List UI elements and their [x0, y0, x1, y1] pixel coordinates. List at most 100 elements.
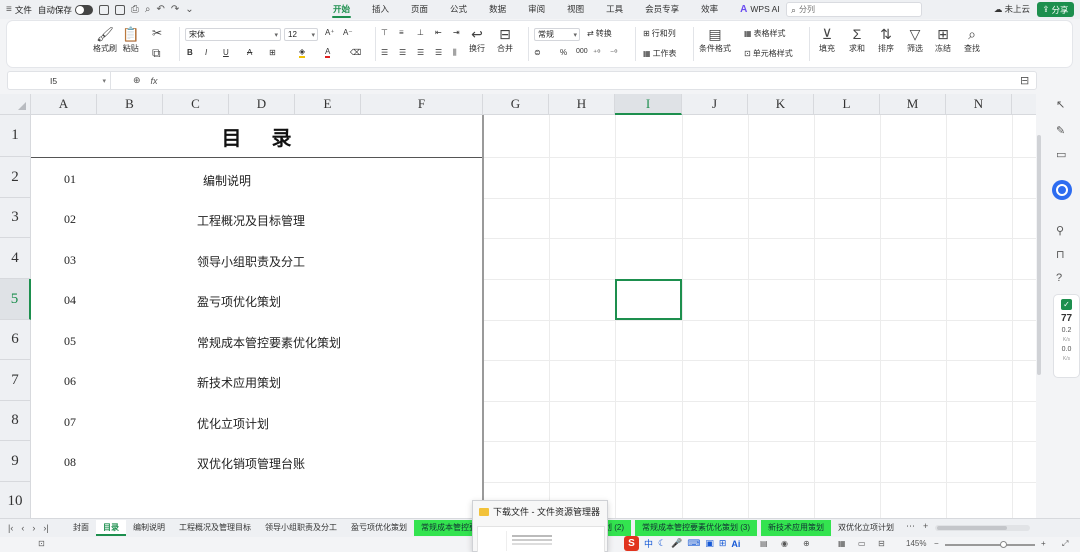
- clear-button[interactable]: ⌫: [350, 48, 361, 57]
- column-header-g[interactable]: G: [483, 94, 549, 115]
- zoom-in-icon[interactable]: +: [1041, 539, 1046, 548]
- align-left-button[interactable]: ☰: [381, 48, 388, 57]
- column-header-k[interactable]: K: [748, 94, 814, 115]
- sheet-tab-compile-notes[interactable]: 编制说明: [126, 520, 172, 536]
- assistant-icon[interactable]: [1052, 180, 1072, 200]
- column-header-j[interactable]: J: [682, 94, 748, 115]
- redo-icon[interactable]: ↷: [171, 4, 179, 15]
- column-header-e[interactable]: E: [295, 94, 361, 115]
- align-right-button[interactable]: ☰: [417, 48, 424, 57]
- column-header-n[interactable]: N: [946, 94, 1012, 115]
- increase-decimal-button[interactable]: ⁺⁰: [593, 48, 600, 57]
- fill-color-button[interactable]: ◈: [299, 47, 306, 58]
- more-sheets-icon[interactable]: ⋯: [906, 521, 915, 532]
- column-header-c[interactable]: C: [163, 94, 229, 115]
- search-box[interactable]: ⌕: [786, 2, 922, 17]
- skin-icon[interactable]: ▣: [705, 538, 714, 549]
- align-bottom-button[interactable]: ⊥: [417, 28, 424, 37]
- tab-insert[interactable]: 插入: [361, 0, 400, 19]
- toc-item[interactable]: 领导小组职责及分工: [197, 253, 305, 270]
- performance-widget[interactable]: ✓ 77 0.2 K/s 0.0 K/s: [1054, 295, 1079, 377]
- name-box[interactable]: I5 ▾: [8, 72, 111, 89]
- sheet-tab-toc[interactable]: 目录: [96, 520, 126, 536]
- row-header-2[interactable]: 2: [0, 157, 31, 198]
- quick-access-dropdown-icon[interactable]: ⌄: [185, 4, 193, 15]
- fullscreen-icon[interactable]: ⤢: [1062, 539, 1068, 549]
- page-normal-icon[interactable]: ▦: [838, 539, 846, 548]
- help-icon[interactable]: ?: [1056, 272, 1062, 284]
- border-button[interactable]: ⊞: [269, 48, 276, 57]
- zoom-formula-icon[interactable]: ⊕: [133, 75, 141, 86]
- row-header-7[interactable]: 7: [0, 360, 31, 401]
- toc-item[interactable]: 新技术应用策划: [197, 374, 281, 391]
- toolbox-icon[interactable]: ⊞: [719, 538, 727, 549]
- scrollbar-thumb[interactable]: [937, 526, 1007, 530]
- column-header-f[interactable]: F: [361, 94, 483, 115]
- zoom-out-icon[interactable]: −: [934, 539, 939, 548]
- row-header-1[interactable]: 1: [0, 115, 31, 157]
- sheet-tab-new-tech[interactable]: 新技术应用策划: [761, 520, 831, 536]
- share-button[interactable]: ⇪ 分享: [1037, 2, 1074, 17]
- decrease-decimal-button[interactable]: ⁻⁰: [610, 48, 617, 57]
- toc-number[interactable]: 04: [64, 293, 76, 308]
- sheet-tab-cover[interactable]: 封面: [66, 520, 96, 536]
- cursor-icon[interactable]: ↖: [1056, 98, 1065, 111]
- increase-font-button[interactable]: A⁺: [325, 28, 335, 37]
- align-center-button[interactable]: ☰: [399, 48, 406, 57]
- toc-number[interactable]: 06: [64, 374, 76, 389]
- thousands-button[interactable]: 000: [576, 48, 588, 55]
- toc-item[interactable]: 编制说明: [203, 172, 251, 189]
- add-sheet-icon[interactable]: +: [923, 521, 928, 532]
- currency-button[interactable]: ⊜: [534, 48, 541, 57]
- save-icon[interactable]: [98, 4, 109, 15]
- align-top-button[interactable]: ⊤: [381, 28, 388, 37]
- sheet-tab-initiation-plan[interactable]: 双优化立项计划: [831, 520, 901, 536]
- format-painter-button[interactable]: 🖌 格式刷: [93, 27, 117, 54]
- brush-icon[interactable]: ✎: [1056, 124, 1065, 137]
- toc-item[interactable]: 优化立项计划: [197, 415, 269, 432]
- indent-increase-button[interactable]: ⇥: [453, 28, 460, 37]
- view-normal-icon[interactable]: ▤: [760, 539, 768, 548]
- explorer-preview-popup[interactable]: 下载文件 - 文件资源管理器: [472, 500, 608, 552]
- sliders-icon[interactable]: ⚲: [1056, 224, 1064, 237]
- cut-button[interactable]: ✂: [152, 27, 162, 39]
- eye-protect-icon[interactable]: ◉: [781, 539, 788, 548]
- row-header-8[interactable]: 8: [0, 401, 31, 441]
- tab-review[interactable]: 审阅: [517, 0, 556, 19]
- export-pdf-icon[interactable]: [114, 4, 125, 15]
- tab-data[interactable]: 数据: [478, 0, 517, 19]
- moon-icon[interactable]: ☾: [658, 538, 666, 549]
- locate-icon[interactable]: ⊕: [803, 539, 810, 548]
- toc-number[interactable]: 05: [64, 334, 76, 349]
- freeze-button[interactable]: ⊞ 冻结: [935, 27, 951, 54]
- align-middle-button[interactable]: ≡: [399, 28, 404, 37]
- row-header-6[interactable]: 6: [0, 320, 31, 360]
- sum-button[interactable]: Σ 求和: [849, 27, 865, 54]
- conditional-format-button[interactable]: ▤ 条件格式: [699, 27, 731, 54]
- microphone-icon[interactable]: 🎤: [671, 538, 682, 549]
- sheet-tab-leadership[interactable]: 领导小组职责及分工: [258, 520, 344, 536]
- page-layout-icon[interactable]: ▭: [858, 539, 866, 548]
- file-menu[interactable]: ≡ 文件: [6, 4, 32, 16]
- search-input[interactable]: [799, 5, 910, 14]
- zoom-slider-knob[interactable]: [1000, 541, 1007, 548]
- sheet-grid[interactable]: A B C D E F G H I J K L M N 1 2 3 4 5 6 …: [0, 94, 1036, 518]
- italic-button[interactable]: I: [205, 48, 207, 57]
- sheet-tab-overview[interactable]: 工程概况及管理目标: [172, 520, 258, 536]
- zoom-slider[interactable]: [945, 544, 1035, 546]
- tab-home[interactable]: 开始: [322, 0, 361, 19]
- column-header-m[interactable]: M: [880, 94, 946, 115]
- print-icon[interactable]: ⎙: [131, 4, 139, 15]
- toc-item[interactable]: 双优化销项管理台账: [197, 455, 305, 472]
- sort-button[interactable]: ⇅ 排序: [878, 27, 894, 54]
- row-header-9[interactable]: 9: [0, 441, 31, 482]
- percent-button[interactable]: %: [560, 48, 567, 57]
- row-col-button[interactable]: ⊞ 行和列: [643, 28, 676, 39]
- tab-tools[interactable]: 工具: [595, 0, 634, 19]
- strikethrough-button[interactable]: A: [247, 48, 252, 57]
- toc-number[interactable]: 08: [64, 455, 76, 470]
- sogou-ime-icon[interactable]: S: [624, 536, 639, 551]
- print-preview-icon[interactable]: ⌕: [145, 4, 151, 15]
- toc-title[interactable]: 目录: [31, 115, 482, 157]
- autosave-toggle[interactable]: 自动保存: [38, 4, 93, 16]
